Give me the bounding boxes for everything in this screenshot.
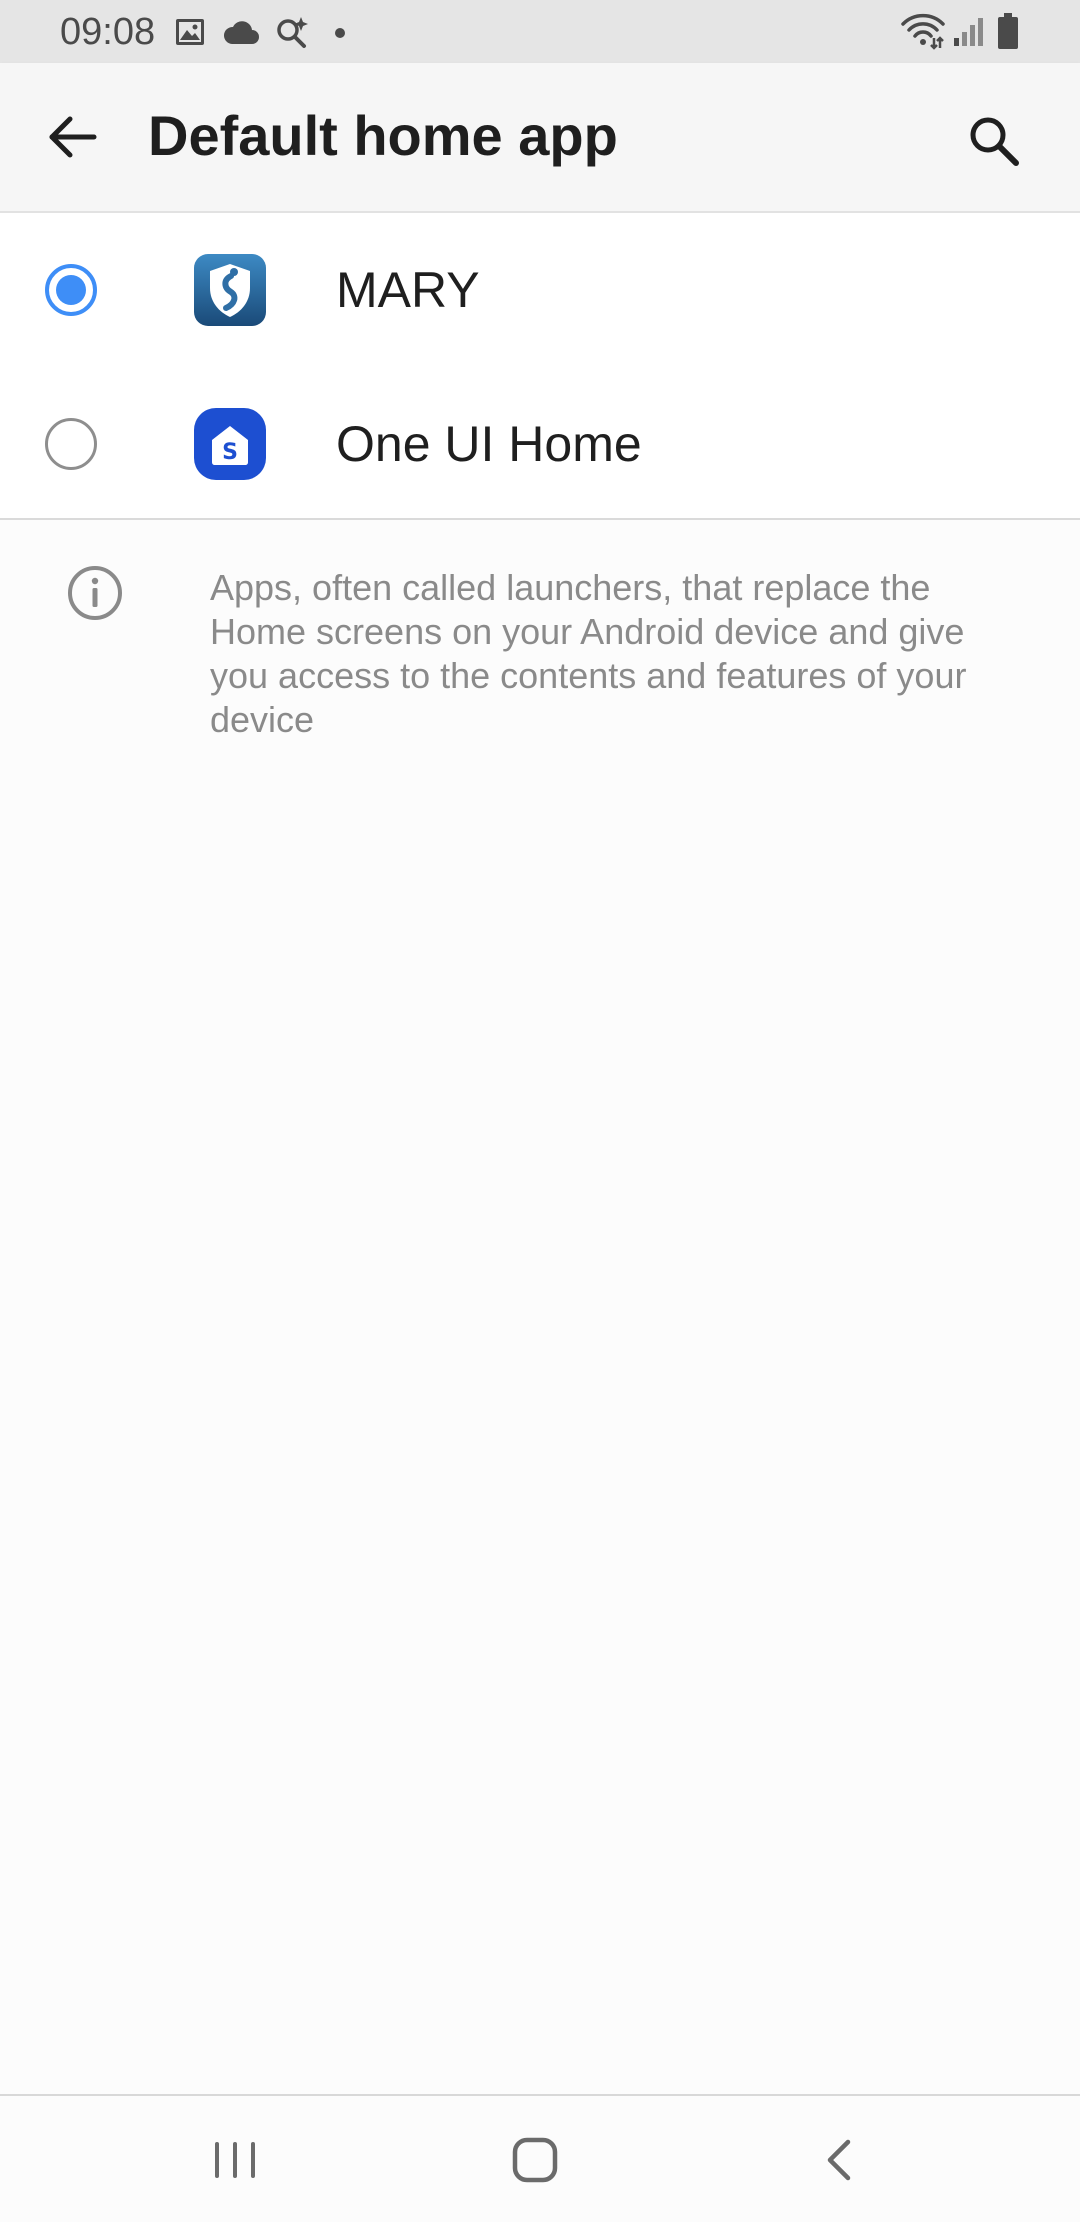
gallery-icon [174,16,206,53]
list-item-mary[interactable]: MARY [0,213,1080,367]
mary-shield-icon [194,254,266,326]
home-icon[interactable] [501,2124,571,2194]
recents-icon[interactable] [200,2124,270,2194]
item-label-mary: MARY [336,262,480,318]
dot-icon [334,26,346,44]
wifi-icon [900,12,946,55]
navigation-bar [0,2094,1080,2222]
svg-text:S: S [222,440,238,465]
app-bar: Default home app [0,63,1080,213]
signal-icon [952,16,986,53]
status-bar: 09:08 [0,0,1080,63]
item-label-one-ui-home: One UI Home [336,416,642,472]
home-app-list: MARY S One UI Home [0,213,1080,520]
battery-icon [996,12,1020,55]
sparkle-search-icon [274,14,310,55]
page-title: Default home app [148,104,618,167]
status-time: 09:08 [60,11,156,53]
info-icon [66,564,124,622]
radio-mary[interactable] [45,264,97,316]
radio-one-ui-home[interactable] [45,418,97,470]
info-description: Apps, often called launchers, that repla… [210,567,967,740]
cloud-icon [222,18,260,51]
one-ui-home-icon: S [194,408,266,480]
arrow-left-icon[interactable] [40,105,104,169]
search-icon[interactable] [962,109,1026,173]
list-item-one-ui-home[interactable]: S One UI Home [0,367,1080,521]
back-icon[interactable] [804,2124,874,2194]
